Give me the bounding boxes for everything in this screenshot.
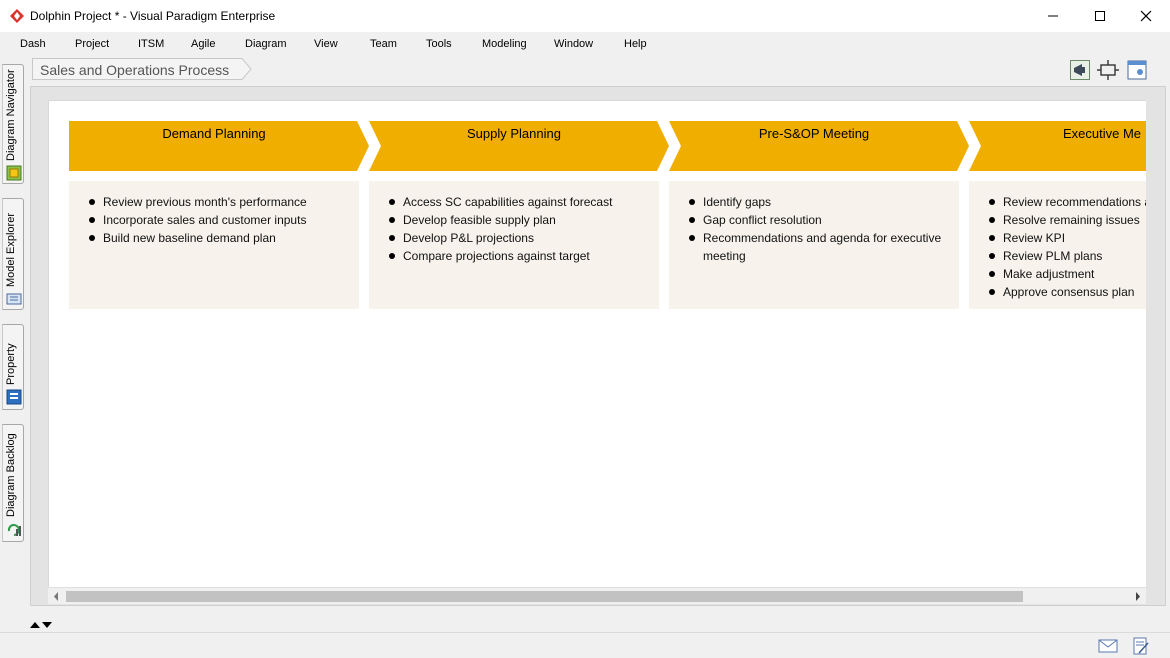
menu-window[interactable]: Window — [554, 38, 593, 50]
diagram-backlog-icon — [7, 524, 21, 536]
stage-body[interactable]: Identify gaps Gap conflict resolution Re… — [669, 181, 959, 309]
menu-view[interactable]: View — [314, 38, 338, 50]
tab-label: Property — [5, 343, 17, 385]
stage-item: Build new baseline demand plan — [89, 229, 359, 247]
model-explorer-icon — [6, 293, 22, 305]
stage-item: Compare projections against target — [389, 247, 659, 265]
menu-tools[interactable]: Tools — [426, 38, 452, 50]
stage-item: Develop P&L projections — [389, 229, 659, 247]
breadcrumb: Sales and Operations Process — [28, 56, 1170, 84]
minimize-button[interactable] — [1030, 0, 1076, 32]
stage-item: Review PLM plans — [989, 247, 1146, 265]
tab-label: Diagram Navigator — [5, 69, 17, 161]
diagram-canvas[interactable]: Demand Planning Review previous month's … — [48, 100, 1146, 587]
menu-itsm[interactable]: ITSM — [138, 38, 164, 50]
stage-body[interactable]: Review recommendations a Resolve remaini… — [969, 181, 1146, 309]
scroll-left-arrow-icon[interactable] — [52, 591, 60, 602]
breadcrumb-label: Sales and Operations Process — [40, 62, 230, 78]
maximize-icon — [1095, 11, 1105, 21]
title-bar: Dolphin Project * - Visual Paradigm Ente… — [0, 0, 1170, 32]
stage-item: Approve consensus plan — [989, 283, 1146, 301]
stage-item: Develop feasible supply plan — [389, 211, 659, 229]
stage-body[interactable]: Review previous month's performance Inco… — [69, 181, 359, 309]
tab-label: Model Explorer — [5, 213, 17, 287]
stage-item: Review previous month's performance — [89, 193, 359, 211]
panel-collapse-arrows-icon[interactable] — [30, 620, 56, 630]
window-title: Dolphin Project * - Visual Paradigm Ente… — [30, 9, 276, 23]
diagram-overview-icon — [1127, 60, 1147, 80]
side-panel-tabs: Diagram Navigator Model Explorer Propert… — [0, 56, 28, 632]
menu-help[interactable]: Help — [624, 38, 647, 50]
menu-dash[interactable]: Dash — [20, 38, 46, 50]
menu-team[interactable]: Team — [370, 38, 397, 50]
menu-agile[interactable]: Agile — [191, 38, 215, 50]
menu-project[interactable]: Project — [75, 38, 109, 50]
diagram-overview-button[interactable] — [1126, 59, 1148, 81]
horizontal-scrollbar[interactable] — [48, 587, 1146, 604]
stage-item: Access SC capabilities against forecast — [389, 193, 659, 211]
stage-item: Gap conflict resolution — [689, 211, 947, 229]
scrollbar-thumb[interactable] — [66, 591, 1023, 602]
property-icon — [6, 389, 22, 405]
mail-icon[interactable] — [1098, 637, 1118, 655]
stage-item: Review recommendations a — [989, 193, 1146, 211]
fit-diagram-button[interactable] — [1097, 59, 1119, 81]
publish-button[interactable] — [1069, 59, 1091, 81]
stage-title: Demand Planning — [162, 126, 266, 141]
tab-diagram-backlog[interactable]: Diagram Backlog — [2, 424, 24, 542]
stage-item: Recommendations and agenda for executive… — [689, 229, 947, 265]
stage-title: Pre-S&OP Meeting — [758, 126, 870, 141]
diagram-navigator-icon — [6, 165, 22, 181]
menu-modeling[interactable]: Modeling — [482, 38, 527, 50]
tab-diagram-navigator[interactable]: Diagram Navigator — [2, 64, 24, 184]
tab-property[interactable]: Property — [2, 324, 24, 410]
document-edit-icon[interactable] — [1131, 637, 1151, 655]
stage-item: Incorporate sales and customer inputs — [89, 211, 359, 229]
status-bar — [0, 632, 1170, 658]
stage-body[interactable]: Access SC capabilities against forecast … — [369, 181, 659, 309]
menu-bar: Dash Project ITSM Agile Diagram View Tea… — [0, 32, 1170, 56]
scroll-right-arrow-icon[interactable] — [1134, 591, 1142, 602]
tab-label: Diagram Backlog — [5, 433, 17, 517]
close-icon — [1140, 10, 1152, 22]
minimize-icon — [1048, 15, 1058, 17]
tab-model-explorer[interactable]: Model Explorer — [2, 198, 24, 310]
visual-paradigm-logo-icon — [10, 9, 24, 23]
stage-title: Executive Me — [1063, 126, 1142, 141]
fit-frame-icon — [1097, 60, 1119, 80]
stage-item: Make adjustment — [989, 265, 1146, 283]
close-button[interactable] — [1123, 0, 1169, 32]
maximize-button[interactable] — [1077, 0, 1123, 32]
menu-diagram[interactable]: Diagram — [245, 38, 287, 50]
megaphone-icon — [1070, 60, 1090, 80]
stage-item: Identify gaps — [689, 193, 947, 211]
stage-item: Review KPI — [989, 229, 1146, 247]
stage-title: Supply Planning — [467, 126, 561, 141]
stage-item: Resolve remaining issues — [989, 211, 1146, 229]
